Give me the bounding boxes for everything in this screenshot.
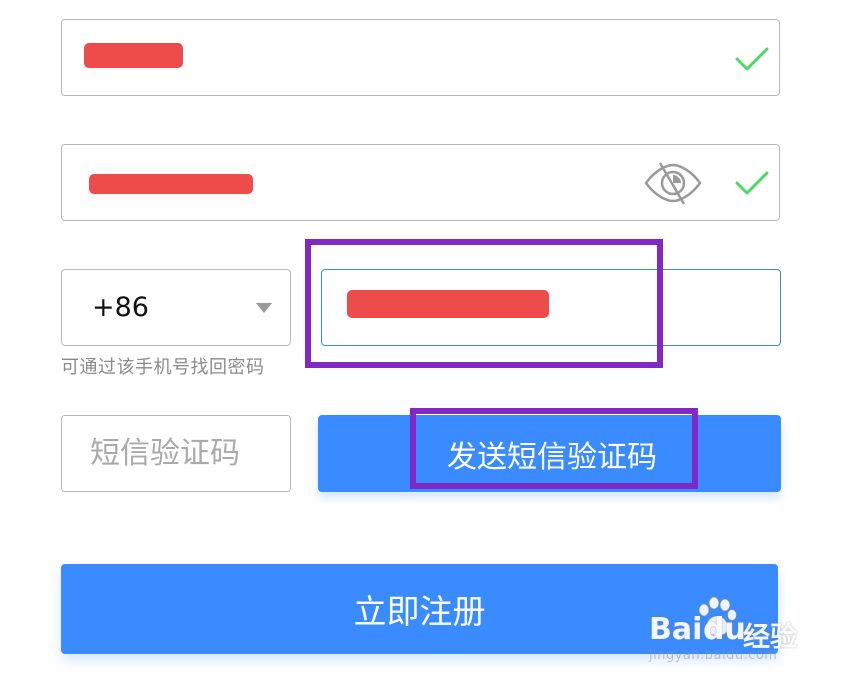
check-icon [735, 171, 769, 195]
watermark-url: jingyan.baidu.com [649, 648, 778, 663]
country-code-select[interactable]: +86 [61, 269, 291, 346]
country-code-value: +86 [92, 292, 149, 323]
annotation-highlight-phone [305, 239, 663, 368]
eye-slash-icon[interactable] [644, 161, 702, 205]
redacted-username [84, 43, 183, 68]
username-field[interactable] [61, 19, 780, 96]
phone-hint: 可通过该手机号找回密码 [61, 357, 265, 378]
triangle-down-icon [256, 303, 272, 313]
sms-code-input[interactable] [62, 416, 290, 491]
watermark-logo-du: du [703, 612, 746, 647]
check-icon [735, 47, 769, 71]
password-field[interactable] [61, 144, 780, 221]
baidu-jingyan-watermark: Bai du 经验 jingyan.baidu.com [645, 596, 805, 670]
sms-code-field[interactable] [61, 415, 291, 492]
registration-page: +86 可通过该手机号找回密码 发送短信验证码 立即注册 Bai du [0, 0, 844, 690]
annotation-highlight-send [410, 408, 698, 489]
register-label: 立即注册 [353, 592, 486, 631]
redacted-password [89, 174, 253, 194]
